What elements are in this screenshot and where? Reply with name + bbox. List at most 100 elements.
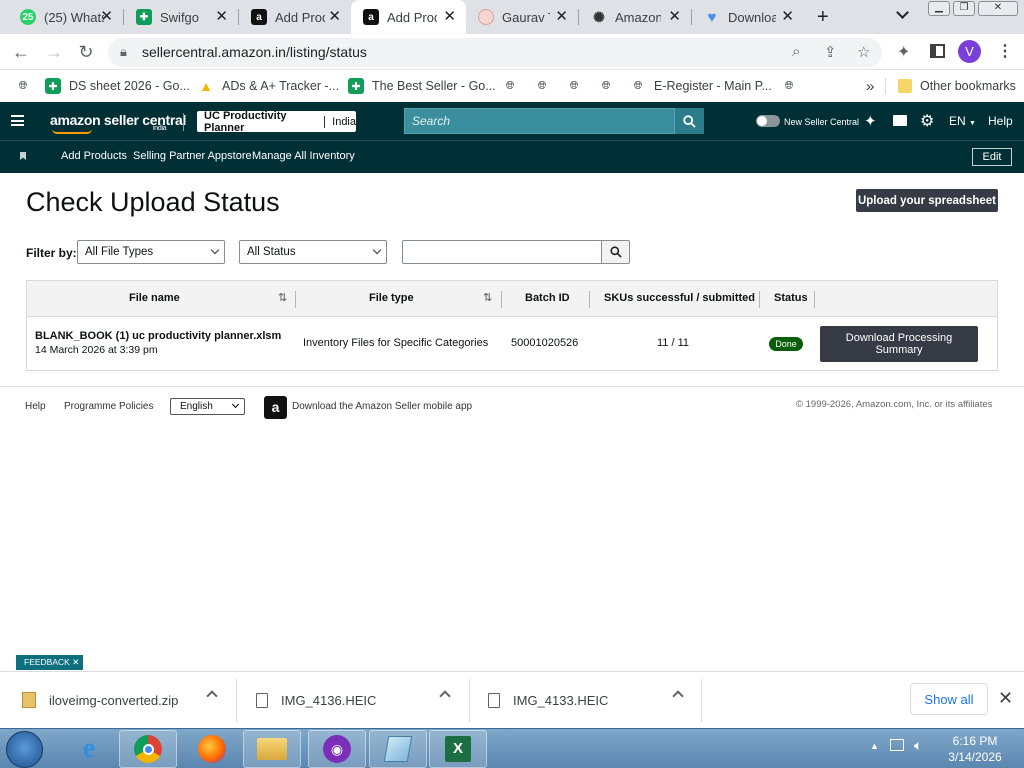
close-tab-icon[interactable]: ✕ — [215, 9, 228, 25]
hamburger-menu-icon[interactable] — [11, 115, 24, 126]
bookmark-globe[interactable]: 🌐︎ — [502, 76, 526, 96]
sheets-icon: ✚ — [136, 9, 152, 25]
download-item[interactable]: IMG_4133.HEIC — [488, 672, 608, 728]
side-panel-icon[interactable] — [930, 44, 945, 58]
tab-whatsapp[interactable]: 25 (25) WhatsApp ✕ — [8, 0, 123, 34]
tab-add-products-1[interactable]: a Add Products ✕ — [239, 0, 351, 34]
taskbar-notepad[interactable] — [369, 730, 427, 768]
other-bookmarks[interactable]: Other bookmarks — [898, 76, 1016, 96]
close-tab-icon[interactable]: ✕ — [668, 9, 681, 25]
status-filter[interactable]: All Status — [239, 240, 387, 264]
sparkle-icon[interactable]: ✦ — [864, 112, 877, 130]
close-tab-icon[interactable]: ✕ — [781, 9, 794, 25]
close-icon[interactable]: ✕ — [72, 657, 79, 667]
footer-help-link[interactable]: Help — [25, 401, 46, 412]
footer-app-link[interactable]: Download the Amazon Seller mobile app — [292, 401, 472, 412]
footer-programme-policies-link[interactable]: Programme Policies — [64, 401, 153, 412]
bookmarks-overflow[interactable]: » — [866, 76, 874, 96]
bookmark-globe[interactable]: 🌐︎ — [534, 76, 558, 96]
download-item[interactable]: iloveimg-converted.zip — [22, 672, 178, 728]
bookmark-ds-sheet[interactable]: ✚ DS sheet 2026 - Go... — [45, 76, 190, 96]
filter-search-input[interactable] — [402, 240, 602, 264]
close-downloads-icon[interactable]: ✕ — [998, 688, 1013, 709]
back-arrow-icon[interactable]: ← — [9, 40, 33, 64]
settings-gear-icon[interactable]: ⚙ — [920, 111, 934, 131]
volume-icon[interactable]: 🔈︎ — [914, 737, 922, 754]
page-title: Check Upload Status — [26, 187, 280, 217]
download-processing-summary-button[interactable]: Download Processing Summary — [820, 326, 978, 362]
language-selector[interactable]: EN ▼ — [949, 114, 976, 128]
bookmark-globe[interactable]: 🌐︎ — [781, 76, 805, 96]
show-all-downloads-button[interactable]: Show all — [910, 683, 988, 715]
seller-search-box[interactable] — [404, 108, 675, 134]
download-item[interactable]: IMG_4136.HEIC — [256, 672, 376, 728]
store-selector[interactable]: UC Productivity Planner India — [197, 110, 356, 134]
close-tab-icon[interactable]: ✕ — [443, 9, 456, 25]
tray-expand-icon[interactable]: ▲ — [870, 741, 879, 751]
zoom-icon[interactable]: ⌕ — [792, 43, 800, 60]
lock-icon[interactable]: 🔒︎ — [120, 44, 127, 60]
help-link[interactable]: Help — [988, 114, 1013, 128]
profile-avatar[interactable]: V — [958, 40, 981, 63]
footer-language-select[interactable]: English — [170, 398, 245, 415]
windows-start-button[interactable] — [6, 731, 43, 768]
close-window-button[interactable]: ✕ — [978, 1, 1018, 16]
amazon-app-icon[interactable]: a — [264, 396, 287, 419]
nav-manage-all-inventory[interactable]: Manage All Inventory — [252, 150, 355, 162]
amazon-seller-central-logo[interactable]: amazon seller central india — [50, 112, 186, 134]
new-seller-central-toggle[interactable] — [756, 115, 780, 127]
mail-icon[interactable] — [893, 115, 907, 126]
nav-selling-partner-appstore[interactable]: Selling Partner Appstore — [133, 150, 252, 162]
new-tab-button[interactable]: + — [817, 6, 829, 29]
bookmark-ads-tracker[interactable]: ▲ ADs & A+ Tracker -... — [198, 76, 339, 96]
network-icon[interactable] — [890, 739, 904, 751]
forward-arrow-icon[interactable]: → — [42, 40, 66, 64]
bookmark-best-seller[interactable]: ✚ The Best Seller - Go... — [348, 76, 496, 96]
edit-nav-button[interactable]: Edit — [972, 148, 1012, 166]
sort-icon[interactable]: ⇅ — [278, 291, 287, 304]
bookmark-globe[interactable]: 🌐︎ — [15, 76, 39, 96]
search-button[interactable] — [675, 108, 704, 134]
taskbar-app-mask[interactable]: ◉ — [308, 730, 366, 768]
download-options[interactable] — [439, 672, 455, 728]
tab-downloads[interactable]: ♥ Downloads ✕ — [692, 0, 804, 34]
upload-spreadsheet-button[interactable]: Upload your spreadsheet — [856, 189, 998, 212]
header-file-type[interactable]: File type — [369, 292, 414, 304]
extensions-icon[interactable]: ✦ — [897, 42, 910, 62]
tab-add-products-active[interactable]: a Add Products ✕ — [351, 0, 466, 34]
browser-menu-icon[interactable]: ⋮ — [997, 41, 1013, 61]
bookmark-e-register[interactable]: 🌐︎ E-Register - Main P... — [630, 76, 772, 96]
sort-icon[interactable]: ⇅ — [483, 291, 492, 304]
tab-swifgo[interactable]: ✚ Swifgo - Google Sheets ✕ — [124, 0, 238, 34]
address-bar[interactable]: 🔒︎ sellercentral.amazon.in/listing/statu… — [108, 38, 882, 67]
minimize-button[interactable]: ▁ — [928, 1, 950, 16]
filter-search-button[interactable] — [601, 240, 630, 264]
seller-search-input[interactable] — [405, 109, 674, 133]
taskbar-excel[interactable]: X — [429, 730, 487, 768]
header-file-name[interactable]: File name — [129, 292, 180, 304]
bookmark-star-icon[interactable]: ☆ — [857, 43, 870, 61]
download-options[interactable] — [672, 672, 688, 728]
reload-icon[interactable]: ↻ — [74, 40, 98, 64]
share-icon[interactable]: ⇪ — [824, 43, 837, 61]
tab-search-icon[interactable] — [896, 6, 909, 19]
close-tab-icon[interactable]: ✕ — [328, 9, 341, 25]
close-tab-icon[interactable]: ✕ — [555, 9, 568, 25]
url-text[interactable]: sellercentral.amazon.in/listing/status — [142, 44, 367, 60]
nav-add-products[interactable]: Add Products — [61, 150, 127, 162]
tab-amazon[interactable]: ✺ Amazon ✕ — [579, 0, 691, 34]
taskbar-internet-explorer[interactable]: e — [60, 730, 118, 768]
tab-gaurav[interactable]: Gaurav Tiwari ✕ — [466, 0, 578, 34]
bookmark-globe[interactable]: 🌐︎ — [598, 76, 622, 96]
file-type-filter[interactable]: All File Types — [77, 240, 225, 264]
restore-button[interactable]: ❐ — [953, 1, 975, 16]
system-clock[interactable]: 6:16 PM 3/14/2026 — [940, 733, 1010, 765]
taskbar-file-explorer[interactable] — [243, 730, 301, 768]
taskbar-chrome[interactable] — [119, 730, 177, 768]
bookmark-icon[interactable] — [20, 152, 26, 160]
taskbar-firefox[interactable] — [183, 730, 241, 768]
feedback-tab[interactable]: FEEDBACK ✕ — [16, 655, 83, 670]
download-options[interactable] — [206, 672, 222, 728]
close-tab-icon[interactable]: ✕ — [100, 9, 113, 25]
bookmark-globe[interactable]: 🌐︎ — [566, 76, 590, 96]
